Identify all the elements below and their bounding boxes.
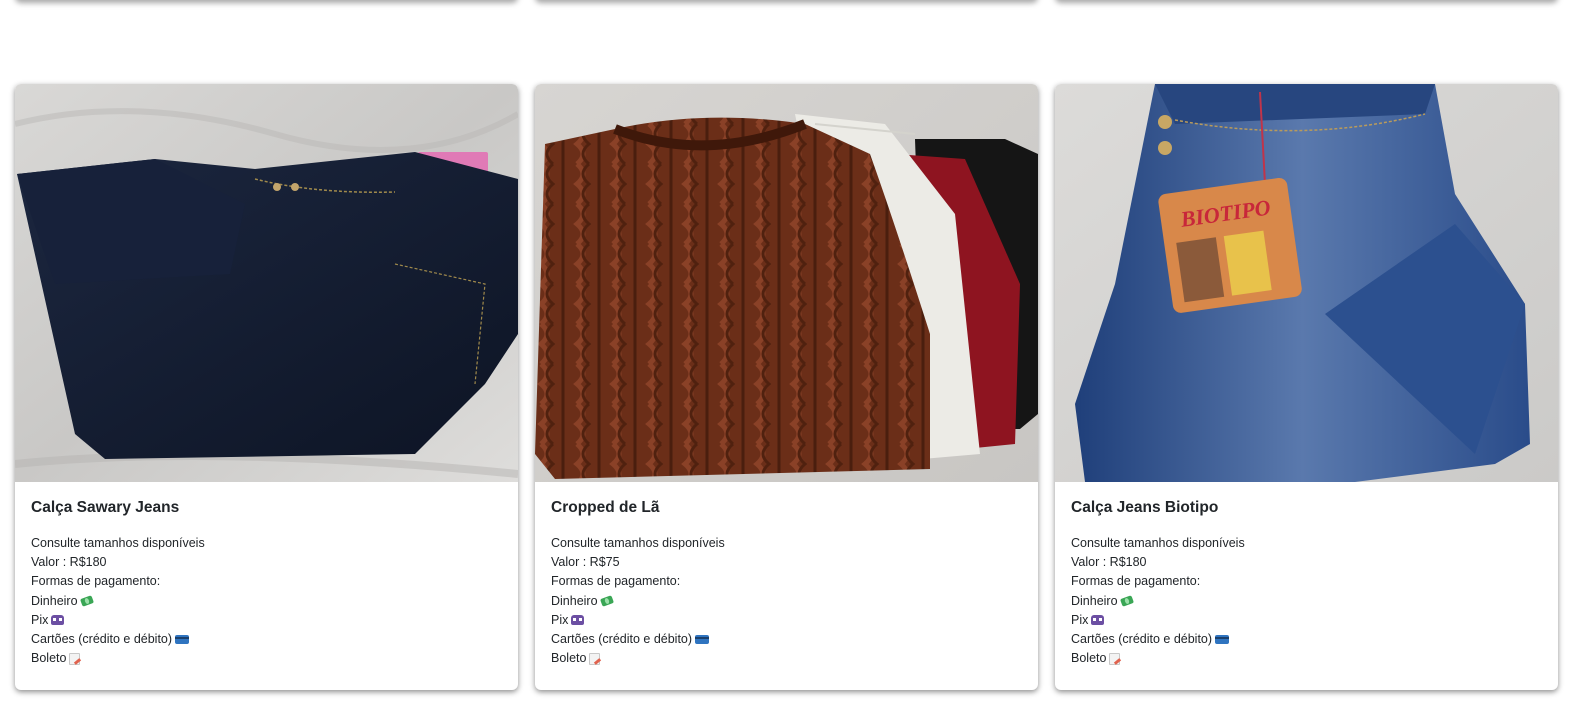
payment-boleto: Boleto [1071,649,1542,668]
pix-icon [51,615,65,626]
payment-label: Formas de pagamento: [31,574,161,589]
money-icon [1119,595,1134,608]
payment-cards: Cartões (crédito e débito) [551,630,1022,649]
payment-pix: Pix [31,611,502,630]
payment-cash: Dinheiro [1071,592,1542,611]
product-image [15,84,518,482]
credit-card-icon [695,635,710,645]
payment-cash: Dinheiro [551,592,1022,611]
payment-boleto: Boleto [551,649,1022,668]
product-card: Calça Sawary Jeans Consulte tamanhos dis… [15,84,518,690]
sizes-text: Consulte tamanhos disponíveis [1071,536,1245,550]
product-title: Cropped de Lã [551,499,660,516]
price-text: Valor : R$75 [551,555,620,570]
payment-boleto: Boleto [31,649,502,668]
payment-label: Formas de pagamento: [1071,574,1201,589]
sizes-text: Consulte tamanhos disponíveis [31,536,205,550]
credit-card-icon [1215,635,1230,645]
product-image [535,84,1038,482]
product-title: Calça Jeans Biotipo [1071,499,1219,516]
payment-cards: Cartões (crédito e débito) [31,630,502,649]
payment-label: Formas de pagamento: [551,574,681,589]
product-image: BIOTIPO [1055,84,1558,482]
money-icon [599,595,614,608]
price-text: Valor : R$180 [31,555,107,570]
product-title: Calça Sawary Jeans [31,499,180,516]
boleto-icon [1109,652,1121,665]
payment-pix: Pix [1071,611,1542,630]
payment-pix: Pix [551,611,1022,630]
price-text: Valor : R$180 [1071,555,1147,570]
pix-icon [571,615,585,626]
boleto-icon [589,652,601,665]
sizes-text: Consulte tamanhos disponíveis [551,536,725,550]
money-icon [79,595,94,608]
product-card: BIOTIPO Calça Jeans Biotipo Consulte tam… [1055,84,1558,690]
payment-cash: Dinheiro [31,592,502,611]
pix-icon [1091,615,1105,626]
payment-cards: Cartões (crédito e débito) [1071,630,1542,649]
product-card: Cropped de Lã Consulte tamanhos disponív… [535,84,1038,690]
boleto-icon [69,652,81,665]
credit-card-icon [175,635,190,645]
